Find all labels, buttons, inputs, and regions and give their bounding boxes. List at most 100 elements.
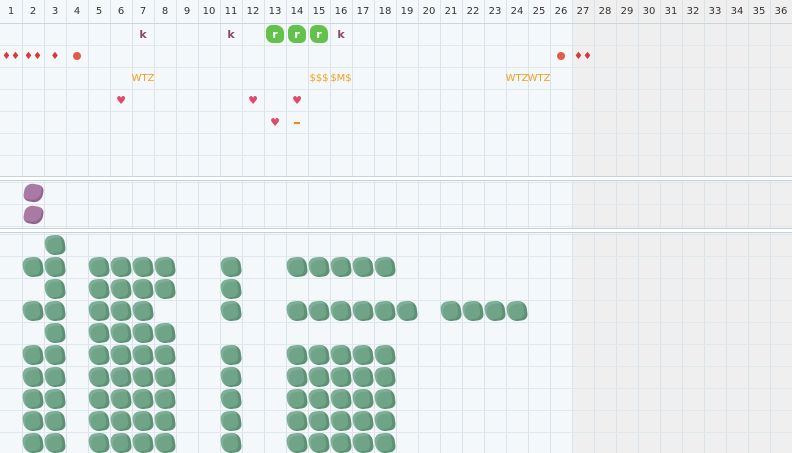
leaf-blob-icon[interactable] <box>285 365 309 389</box>
leaf-blob-icon[interactable] <box>351 343 375 367</box>
leaf-blob-icon[interactable] <box>285 255 309 279</box>
column-header-cell[interactable]: 19 <box>396 0 418 23</box>
wtz-label[interactable]: WTZ <box>132 73 155 84</box>
column-header-cell[interactable]: 31 <box>660 0 682 23</box>
leaf-blob-icon-cell[interactable] <box>219 255 243 279</box>
column-header-cell[interactable]: 1 <box>0 0 22 23</box>
column-header-cell[interactable]: 20 <box>418 0 440 23</box>
leaf-blob-icon[interactable] <box>109 277 133 301</box>
r-badge[interactable]: r <box>310 25 328 43</box>
leaf-blob-icon-cell[interactable] <box>153 387 177 411</box>
leaf-blob-icon[interactable] <box>153 343 177 367</box>
leaf-blob-icon-cell[interactable] <box>87 409 111 433</box>
leaf-blob-icon[interactable] <box>87 321 111 345</box>
column-header-cell[interactable]: 25 <box>528 0 550 23</box>
leaf-blob-icon[interactable] <box>109 431 133 453</box>
leaf-blob-icon-cell[interactable] <box>43 233 67 257</box>
leaf-blob-icon-cell[interactable] <box>109 387 133 411</box>
leaf-blob-icon[interactable] <box>109 299 133 323</box>
heart-icon-cell[interactable]: ♥ <box>286 89 308 111</box>
column-header-cell[interactable]: 28 <box>594 0 616 23</box>
leaf-blob-icon[interactable] <box>153 255 177 279</box>
leaf-blob-icon-cell[interactable] <box>307 343 331 367</box>
leaf-blob-icon-cell[interactable] <box>21 255 45 279</box>
leaf-blob-icon-cell[interactable] <box>153 343 177 367</box>
drop-icon-cell[interactable]: ♦♦ <box>22 45 44 67</box>
leaf-blob-icon-cell[interactable] <box>153 277 177 301</box>
leaf-blob-icon[interactable] <box>285 343 309 367</box>
leaf-blob-icon[interactable] <box>131 409 155 433</box>
leaf-blob-icon[interactable] <box>43 321 67 345</box>
k-marker-cell[interactable]: k <box>330 23 352 45</box>
drop-icon[interactable]: ♦♦ <box>574 51 592 62</box>
leaf-blob-icon[interactable] <box>43 299 67 323</box>
leaf-blob-icon[interactable] <box>307 409 331 433</box>
leaf-blob-icon[interactable] <box>219 299 243 323</box>
leaf-blob-icon-cell[interactable] <box>87 431 111 453</box>
leaf-blob-icon[interactable] <box>285 431 309 453</box>
leaf-blob-icon[interactable] <box>109 387 133 411</box>
leaf-blob-icon-cell[interactable] <box>219 431 243 453</box>
leaf-blob-icon-cell[interactable] <box>131 255 155 279</box>
leaf-blob-icon[interactable] <box>131 343 155 367</box>
leaf-blob-icon-cell[interactable] <box>153 409 177 433</box>
column-header-cell[interactable]: 10 <box>198 0 220 23</box>
leaf-blob-icon-cell[interactable] <box>131 409 155 433</box>
leaf-blob-icon[interactable] <box>461 299 485 323</box>
r-badge-cell[interactable]: r <box>264 23 286 45</box>
column-header-cell[interactable]: 24 <box>506 0 528 23</box>
leaf-blob-icon-cell[interactable] <box>43 387 67 411</box>
leaf-blob-icon[interactable] <box>153 277 177 301</box>
leaf-blob-icon[interactable] <box>219 255 243 279</box>
leaf-blob-icon[interactable] <box>43 431 67 453</box>
leaf-blob-icon-cell[interactable] <box>21 299 45 323</box>
leaf-blob-icon-cell[interactable] <box>505 299 529 323</box>
dot-icon[interactable] <box>73 52 81 60</box>
leaf-blob-icon[interactable] <box>21 255 45 279</box>
drop-icon[interactable]: ♦♦ <box>24 51 42 62</box>
leaf-blob-icon-cell[interactable] <box>285 299 309 323</box>
leaf-blob-icon[interactable] <box>87 255 111 279</box>
leaf-blob-icon[interactable] <box>219 277 243 301</box>
leaf-blob-icon[interactable] <box>219 409 243 433</box>
leaf-blob-icon-cell[interactable] <box>219 409 243 433</box>
leaf-blob-icon-cell[interactable] <box>219 387 243 411</box>
leaf-blob-icon[interactable] <box>329 409 353 433</box>
leaf-blob-icon-cell[interactable] <box>329 299 353 323</box>
leaf-blob-icon-cell[interactable] <box>109 409 133 433</box>
column-header-cell[interactable]: 11 <box>220 0 242 23</box>
leaf-blob-icon-cell[interactable] <box>87 387 111 411</box>
leaf-blob-icon[interactable] <box>43 343 67 367</box>
leaf-blob-icon[interactable] <box>131 277 155 301</box>
leaf-blob-icon-cell[interactable] <box>373 387 397 411</box>
leaf-blob-icon-cell[interactable] <box>131 277 155 301</box>
leaf-blob-icon-cell[interactable] <box>87 321 111 345</box>
leaf-blob-icon-cell[interactable] <box>373 343 397 367</box>
leaf-blob-icon-cell[interactable] <box>307 365 331 389</box>
leaf-blob-icon[interactable] <box>351 387 375 411</box>
column-header-cell[interactable]: 16 <box>330 0 352 23</box>
leaf-blob-icon-cell[interactable] <box>131 321 155 345</box>
column-header-cell[interactable]: 7 <box>132 0 154 23</box>
heart-icon[interactable]: ♥ <box>116 94 126 107</box>
column-header-cell[interactable]: 32 <box>682 0 704 23</box>
leaf-blob-icon[interactable] <box>373 431 397 453</box>
leaf-blob-icon[interactable] <box>87 431 111 453</box>
leaf-blob-icon[interactable] <box>131 365 155 389</box>
leaf-blob-icon[interactable] <box>351 431 375 453</box>
leaf-blob-icon-cell[interactable] <box>219 277 243 301</box>
leaf-blob-icon-cell[interactable] <box>109 255 133 279</box>
leaf-blob-icon[interactable] <box>219 365 243 389</box>
k-marker[interactable]: k <box>139 28 146 41</box>
leaf-blob-icon[interactable] <box>21 387 45 411</box>
leaf-blob-icon[interactable] <box>351 409 375 433</box>
r-badge-cell[interactable]: r <box>286 23 308 45</box>
leaf-blob-icon[interactable] <box>219 343 243 367</box>
r-badge[interactable]: r <box>266 25 284 43</box>
leaf-blob-icon-cell[interactable] <box>109 365 133 389</box>
leaf-blob-icon-cell[interactable] <box>21 409 45 433</box>
leaf-blob-icon[interactable] <box>307 255 331 279</box>
leaf-blob-icon-cell[interactable] <box>461 299 485 323</box>
leaf-blob-icon[interactable] <box>87 343 111 367</box>
leaf-blob-icon-cell[interactable] <box>285 387 309 411</box>
